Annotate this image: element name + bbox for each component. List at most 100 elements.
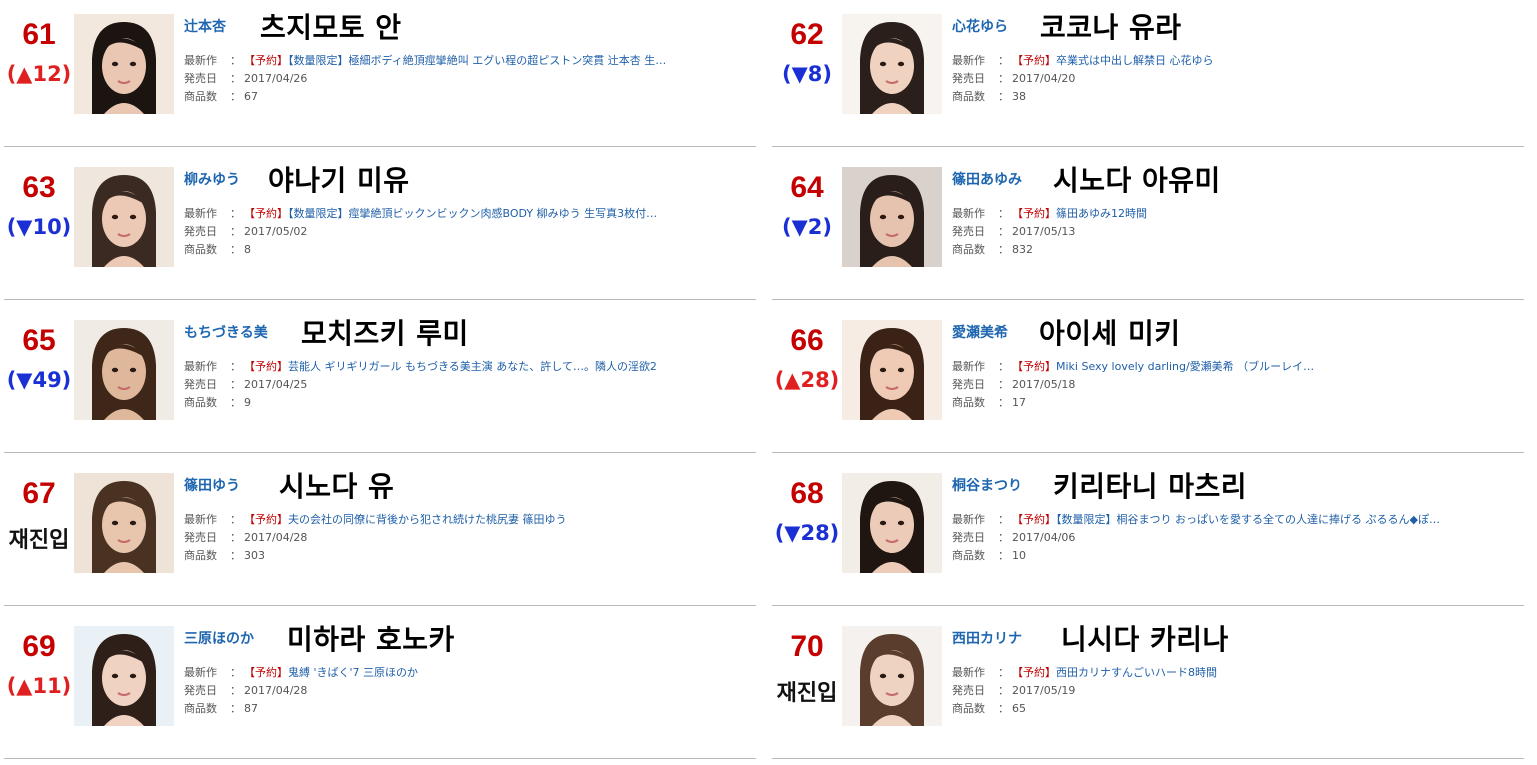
- release-row: 発売日 ： 2017/05/19: [952, 682, 1075, 698]
- item-count: 67: [244, 90, 258, 103]
- release-label: 発売日: [952, 684, 985, 697]
- release-label: 発売日: [952, 225, 985, 238]
- newest-title-link[interactable]: 芸能人 ギリギリガール もちづきる美主演 あなた、許して…。隣人の淫欲2: [288, 360, 657, 373]
- portrait-photo-icon[interactable]: [842, 626, 942, 726]
- ranking-card: 70 재진입 西田カリナ 니시다 카리나 最新作：【予約】西田カリナすんごいハード8時間…: [768, 612, 1536, 765]
- actress-kr-name: 코코나 유라: [1040, 11, 1182, 44]
- count-label: 商品数: [952, 702, 985, 715]
- newest-title-link[interactable]: 篠田あゆみ12時間: [1056, 207, 1147, 220]
- portrait-photo-icon[interactable]: [74, 167, 174, 267]
- count-label: 商品数: [952, 396, 985, 409]
- card-divider: [4, 146, 756, 147]
- rank-change: (▼28): [774, 521, 840, 545]
- count-row: 商品数 ： 832: [952, 241, 1033, 257]
- newest-title-link[interactable]: 【数量限定】痙攣絶頂ビックンビックン肉感BODY 柳みゆう 生写真3枚付…: [288, 207, 657, 220]
- count-label: 商品数: [952, 243, 985, 256]
- rank-change: 재진입: [776, 681, 838, 706]
- separator: ：: [230, 702, 241, 715]
- actress-jp-name[interactable]: 三原ほのか: [184, 628, 254, 648]
- actress-kr-name: 모치즈키 루미: [301, 317, 469, 350]
- ranking-grid: 61 (▲12) 辻本杏 츠지모토 안 最新作：【予約】【数量限定】極細ボディ絶頂痙攣絶…: [0, 0, 1537, 759]
- separator: ：: [998, 396, 1009, 409]
- portrait-photo-icon[interactable]: [74, 14, 174, 114]
- actress-kr-name: 츠지모토 안: [260, 11, 402, 44]
- ranking-card: 67 재진입 篠田ゆう 시노다 유 最新作：【予約】夫の会社の同僚に背後から犯され続けた…: [0, 459, 768, 612]
- release-label: 発売日: [184, 684, 217, 697]
- portrait-photo-icon[interactable]: [74, 626, 174, 726]
- portrait-photo-icon[interactable]: [74, 320, 174, 420]
- actress-info: 三原ほのか 미하라 호노카 最新作：【予約】鬼縛 'きばく'7 三原ほのか 発売日： 2…: [184, 612, 754, 752]
- release-row: 発売日 ： 2017/04/28: [184, 529, 307, 545]
- release-row: 発売日 ： 2017/04/28: [184, 682, 307, 698]
- preorder-tag: 【予約】: [244, 360, 288, 373]
- card-divider: [4, 605, 756, 606]
- actress-jp-name[interactable]: 篠田ゆう: [184, 475, 240, 495]
- rank-number: 69: [22, 630, 56, 663]
- newest-title-link[interactable]: 鬼縛 'きばく'7 三原ほのか: [288, 666, 418, 679]
- rank-change: (▼49): [6, 368, 72, 392]
- newest-title-link[interactable]: 【数量限定】極細ボディ絶頂痙攣絶叫 エグい程の超ピストン突貫 辻本杏 生…: [288, 54, 666, 67]
- item-count: 8: [244, 243, 251, 256]
- portrait-photo-icon[interactable]: [74, 473, 174, 573]
- ranking-card: 69 (▲11) 三原ほのか 미하라 호노카 最新作：【予約】鬼縛 'きばく'7 三原ほ…: [0, 612, 768, 765]
- rank-box: 67 재진입: [0, 459, 78, 612]
- actress-jp-name[interactable]: 心花ゆら: [952, 16, 1008, 36]
- count-label: 商品数: [184, 396, 217, 409]
- count-row: 商品数 ： 17: [952, 394, 1026, 410]
- portrait-photo-icon[interactable]: [842, 320, 942, 420]
- rank-change: (▲12): [6, 62, 72, 86]
- newest-label: 最新作: [952, 666, 985, 679]
- actress-jp-name[interactable]: 柳みゆう: [184, 169, 240, 189]
- actress-jp-name[interactable]: 辻本杏: [184, 16, 226, 36]
- actress-jp-name[interactable]: 篠田あゆみ: [952, 169, 1022, 189]
- newest-title-link[interactable]: 卒業式は中出し解禁日 心花ゆら: [1056, 54, 1214, 67]
- rank-number: 62: [790, 18, 824, 51]
- rank-change: (▼2): [782, 215, 832, 239]
- newest-title-link[interactable]: 【数量限定】桐谷まつり おっぱいを愛する全ての人達に捧げる ぷるるん◆ぽ…: [1056, 513, 1440, 526]
- release-date: 2017/05/02: [244, 225, 308, 238]
- release-date: 2017/04/20: [1012, 72, 1076, 85]
- item-count: 65: [1012, 702, 1026, 715]
- separator: ：: [998, 207, 1009, 220]
- card-divider: [772, 299, 1524, 300]
- card-divider: [772, 758, 1524, 759]
- ranking-card: 63 (▼10) 柳みゆう 야나기 미유 最新作：【予約】【数量限定】痙攣絶頂ビックンビ…: [0, 153, 768, 306]
- actress-info: 西田カリナ 니시다 카리나 最新作：【予約】西田カリナすんごいハード8時間 発売日： 2…: [952, 612, 1522, 752]
- count-row: 商品数 ： 38: [952, 88, 1026, 104]
- actress-jp-name[interactable]: もちづきる美: [184, 322, 268, 342]
- rank-change: (▼10): [6, 215, 72, 239]
- count-row: 商品数 ： 303: [184, 547, 265, 563]
- release-date: 2017/04/26: [244, 72, 308, 85]
- rank-change: 재진입: [8, 528, 70, 553]
- newest-row: 最新作 ：【予約】【数量限定】極細ボディ絶頂痙攣絶叫 エグい程の超ピストン突貫 辻…: [184, 52, 666, 68]
- release-row: 発売日 ： 2017/04/20: [952, 70, 1075, 86]
- newest-title-link[interactable]: 夫の会社の同僚に背後から犯され続けた桃尻妻 篠田ゆう: [288, 513, 567, 526]
- actress-info: 柳みゆう 야나기 미유 最新作：【予約】【数量限定】痙攣絶頂ビックンビックン肉感BO…: [184, 153, 754, 293]
- newest-title-link[interactable]: 西田カリナすんごいハード8時間: [1056, 666, 1217, 679]
- actress-kr-name: 시노다 유: [279, 470, 395, 503]
- release-date: 2017/04/06: [1012, 531, 1076, 544]
- release-date: 2017/04/25: [244, 378, 308, 391]
- preorder-tag: 【予約】: [1012, 207, 1056, 220]
- newest-row: 最新作 ：【予約】篠田あゆみ12時間: [952, 205, 1147, 221]
- item-count: 10: [1012, 549, 1026, 562]
- portrait-photo-icon[interactable]: [842, 473, 942, 573]
- rank-box: 68 (▼28): [768, 459, 846, 612]
- count-label: 商品数: [952, 90, 985, 103]
- newest-row: 最新作 ：【予約】鬼縛 'きばく'7 三原ほのか: [184, 664, 418, 680]
- newest-label: 最新作: [184, 513, 217, 526]
- actress-jp-name[interactable]: 桐谷まつり: [952, 475, 1022, 495]
- release-row: 発売日 ： 2017/05/13: [952, 223, 1075, 239]
- portrait-photo-icon[interactable]: [842, 167, 942, 267]
- actress-info: 愛瀬美希 아이세 미키 最新作：【予約】Miki Sexy lovely darli…: [952, 306, 1522, 446]
- separator: ：: [998, 243, 1009, 256]
- actress-kr-name: 키리타니 마츠리: [1053, 470, 1248, 503]
- preorder-tag: 【予約】: [1012, 513, 1056, 526]
- newest-title-link[interactable]: Miki Sexy lovely darling/愛瀬美希 （ブルーレイ…: [1056, 360, 1314, 373]
- portrait-photo-icon[interactable]: [842, 14, 942, 114]
- actress-jp-name[interactable]: 愛瀬美希: [952, 322, 1008, 342]
- newest-row: 最新作 ：【予約】【数量限定】桐谷まつり おっぱいを愛する全ての人達に捧げる ぷる…: [952, 511, 1440, 527]
- separator: ：: [230, 549, 241, 562]
- actress-jp-name[interactable]: 西田カリナ: [952, 628, 1022, 648]
- card-divider: [772, 146, 1524, 147]
